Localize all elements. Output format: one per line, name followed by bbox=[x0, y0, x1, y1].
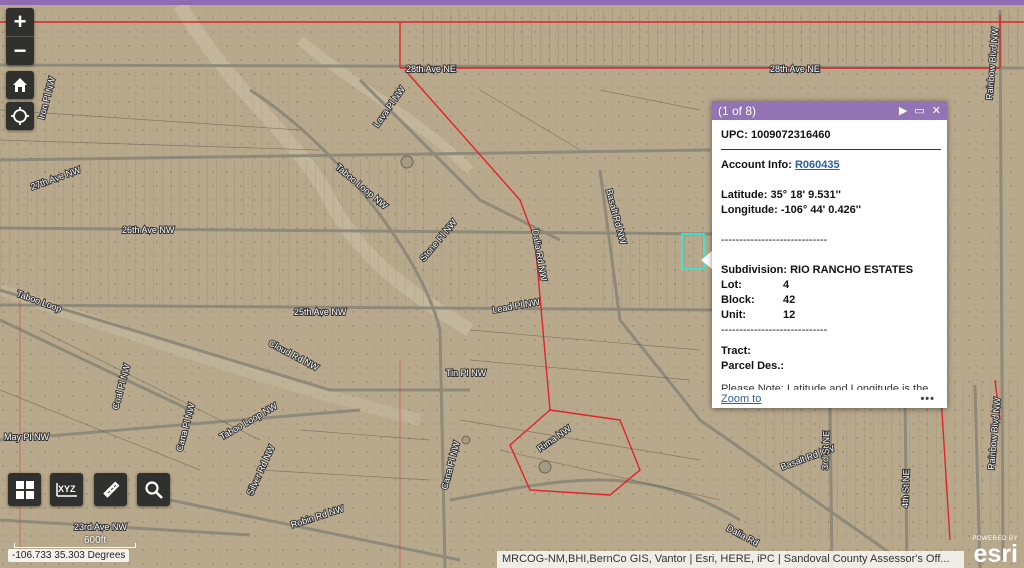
parcel-popup: (1 of 8) ▶ ▭ ✕ UPC: 1009072316460 Accoun… bbox=[712, 101, 947, 408]
popup-header: (1 of 8) ▶ ▭ ✕ bbox=[712, 101, 947, 120]
zoom-in-button[interactable]: + bbox=[6, 8, 34, 36]
parcel-description-label: Parcel Des.: bbox=[721, 360, 784, 372]
xyz-icon: XYZ bbox=[55, 482, 77, 497]
home-button[interactable] bbox=[6, 71, 34, 99]
maximize-icon[interactable]: ▭ bbox=[914, 104, 924, 117]
block-label: Block: bbox=[721, 294, 755, 306]
grid-icon bbox=[15, 480, 34, 499]
popup-content: UPC: 1009072316460 Account Info: R060435… bbox=[721, 120, 941, 390]
coordinate-readout: -106.733 35.303 Degrees bbox=[8, 549, 130, 562]
divider bbox=[721, 149, 941, 150]
location-note: Please Note: Latitude and Longitude is t… bbox=[721, 383, 929, 390]
zoom-out-button[interactable]: − bbox=[6, 36, 34, 65]
zoom-control: + − bbox=[6, 8, 34, 65]
ruler-icon bbox=[102, 481, 119, 498]
street-label: 3rd St NE bbox=[820, 431, 831, 470]
street-label: 26th Ave NW bbox=[122, 225, 175, 235]
xyz-coordinate-button[interactable]: XYZ bbox=[50, 473, 83, 506]
lot-label: Lot: bbox=[721, 279, 742, 291]
street-label: 4th St NE bbox=[900, 469, 911, 508]
account-label: Account Info: bbox=[721, 159, 792, 171]
subdivision-label: Subdivision: bbox=[721, 264, 787, 276]
basemap-gallery-button[interactable] bbox=[8, 473, 41, 506]
lot-value: 4 bbox=[783, 279, 790, 291]
attribution-bar[interactable]: MRCOG-NM,BHI,BernCo GIS, Vantor | Esri, … bbox=[497, 551, 964, 568]
unit-value: 12 bbox=[783, 309, 796, 321]
divider-text: ----------------------------- bbox=[721, 324, 828, 336]
upc-value: 1009072316460 bbox=[750, 129, 831, 141]
search-icon bbox=[144, 480, 163, 499]
divider-text: ----------------------------- bbox=[721, 234, 828, 246]
popup-feature-count: (1 of 8) bbox=[718, 103, 757, 118]
popup-pointer bbox=[701, 251, 712, 269]
close-icon[interactable]: ✕ bbox=[932, 104, 941, 117]
latitude-value: 35° 18' 9.531'' bbox=[770, 189, 841, 201]
xyz-label: XYZ bbox=[58, 484, 76, 494]
street-label: 23rd Ave NW bbox=[74, 522, 127, 532]
scale-bar bbox=[14, 543, 136, 548]
esri-wordmark: esri bbox=[973, 540, 1018, 568]
next-feature-icon[interactable]: ▶ bbox=[899, 104, 907, 117]
locate-icon bbox=[11, 107, 29, 125]
block-value: 42 bbox=[783, 294, 796, 306]
upc-label: UPC: bbox=[721, 129, 748, 141]
subdivision-value: RIO RANCHO ESTATES bbox=[790, 264, 914, 276]
esri-logo[interactable]: POWERED BY esri bbox=[972, 536, 1018, 568]
longitude-label: Longitude: bbox=[721, 204, 778, 216]
measure-button[interactable] bbox=[94, 473, 127, 506]
account-link[interactable]: R060435 bbox=[795, 159, 840, 171]
more-options-icon[interactable]: ••• bbox=[920, 393, 935, 405]
unit-label: Unit: bbox=[721, 309, 747, 321]
street-label: 25th Ave NW bbox=[294, 307, 347, 317]
longitude-value: -106° 44' 0.426'' bbox=[780, 204, 862, 216]
street-label: May Pl NW bbox=[4, 432, 50, 442]
street-label: Tin Pl NW bbox=[446, 368, 487, 378]
home-icon bbox=[13, 78, 27, 92]
street-label: 28th Ave NE bbox=[406, 64, 456, 74]
scale-label: 600ft bbox=[84, 535, 107, 546]
popup-footer: Zoom to ••• bbox=[721, 390, 935, 408]
search-button[interactable] bbox=[137, 473, 170, 506]
locate-button[interactable] bbox=[6, 102, 34, 130]
zoom-to-link[interactable]: Zoom to bbox=[721, 393, 920, 405]
tract-label: Tract: bbox=[721, 345, 751, 357]
street-label: 28th Ave NE bbox=[770, 64, 820, 74]
latitude-label: Latitude: bbox=[721, 189, 768, 201]
